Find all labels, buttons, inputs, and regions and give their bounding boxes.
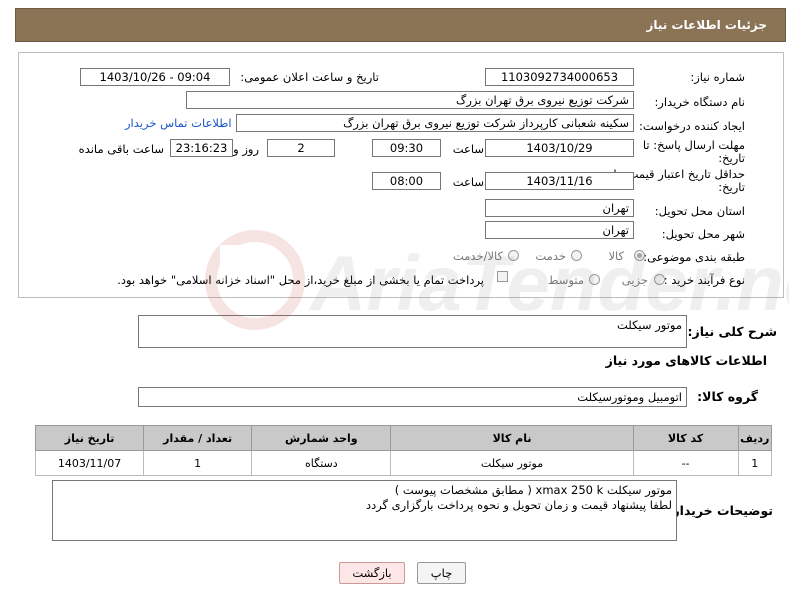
- col-code-header: کد کالا: [632, 425, 739, 451]
- table-row[interactable]: 1 -- موتور سیکلت دستگاه 1 1403/11/07: [34, 450, 773, 476]
- col-row-header: ردیف: [737, 425, 773, 451]
- buyer-notes-label: توضیحات خریدار:: [667, 503, 773, 518]
- cell-code: --: [632, 450, 739, 476]
- deadline-time-field[interactable]: 09:30: [372, 139, 441, 157]
- creator-label: ایجاد کننده درخواست:: [639, 119, 745, 133]
- validity-time-field[interactable]: 08:00: [372, 172, 441, 190]
- category-service-text: خدمت: [535, 249, 566, 263]
- validity-label-date: تاریخ:: [718, 180, 745, 194]
- process-medium-radio[interactable]: [589, 274, 600, 285]
- category-both-text: کالا/خدمت: [452, 249, 503, 263]
- announce-label: تاریخ و ساعت اعلان عمومی:: [240, 70, 379, 84]
- city-field[interactable]: تهران: [485, 221, 634, 239]
- goods-group-field[interactable]: اتومبیل وموتورسیکلت: [138, 387, 687, 407]
- goods-group-label: گروه کالا:: [697, 389, 758, 404]
- buyer-org-field[interactable]: شرکت توزیع نیروی برق تهران بزرگ: [186, 91, 634, 109]
- payment-note: پرداخت تمام یا بخشی از مبلغ خرید،از محل …: [117, 273, 484, 287]
- announce-field[interactable]: 1403/10/26 - 09:04: [80, 68, 230, 86]
- buyer-notes-line-1: موتور سیکلت xmax 250 k ( مطابق مشخصات پی…: [394, 483, 672, 497]
- category-goods-radio[interactable]: [634, 250, 645, 261]
- buyer-org-label: نام دستگاه خریدار:: [654, 95, 745, 109]
- category-both-radio[interactable]: [508, 250, 519, 261]
- province-label: استان محل تحویل:: [654, 204, 745, 218]
- remaining-label: ساعت باقی مانده: [78, 142, 164, 156]
- days-label: روز و: [233, 142, 259, 156]
- category-label: طبقه بندی موضوعی:: [643, 250, 745, 264]
- need-number-label: شماره نیاز:: [690, 70, 745, 84]
- cell-name: موتور سیکلت: [390, 450, 634, 476]
- col-unit-header: واحد شمارش: [251, 425, 392, 451]
- col-qty-header: تعداد / مقدار: [143, 425, 253, 451]
- back-button[interactable]: بازگشت: [339, 562, 405, 584]
- page-header: جزئیات اطلاعات نیاز: [15, 8, 786, 42]
- summary-label: شرح کلی نیاز:: [687, 324, 777, 339]
- page-title: جزئیات اطلاعات نیاز: [646, 18, 767, 32]
- table-header-row: ردیف کد کالا نام کالا واحد شمارش تعداد /…: [34, 425, 773, 451]
- deadline-label: مهلت ارسال پاسخ: تا: [642, 138, 745, 152]
- deadline-time-label: ساعت: [452, 142, 484, 156]
- validity-date-field[interactable]: 1403/11/16: [485, 172, 634, 190]
- remaining-time-field[interactable]: 23:16:23: [170, 139, 233, 157]
- goods-section-title: اطلاعات کالاهای مورد نیاز: [605, 353, 767, 368]
- city-label: شهر محل تحویل:: [661, 227, 745, 241]
- category-service-radio[interactable]: [571, 250, 582, 261]
- process-minor-text: جزیی: [621, 273, 648, 287]
- process-medium-text: متوسط: [547, 273, 584, 287]
- province-field[interactable]: تهران: [485, 199, 634, 217]
- buyer-notes-field[interactable]: موتور سیکلت xmax 250 k ( مطابق مشخصات پی…: [52, 480, 677, 541]
- cell-qty: 1: [143, 450, 253, 476]
- col-name-header: نام کالا: [390, 425, 634, 451]
- deadline-date-field[interactable]: 1403/10/29: [485, 139, 634, 157]
- summary-field[interactable]: موتور سیکلت: [138, 315, 687, 348]
- items-table: ردیف کد کالا نام کالا واحد شمارش تعداد /…: [34, 425, 773, 476]
- col-date-header: تاریخ نیاز: [34, 425, 145, 451]
- process-minor-radio[interactable]: [654, 274, 665, 285]
- print-button[interactable]: چاپ: [417, 562, 466, 584]
- cell-unit: دستگاه: [251, 450, 392, 476]
- treasury-checkbox[interactable]: [497, 271, 508, 282]
- need-number-field[interactable]: 1103092734000653: [485, 68, 634, 86]
- validity-time-label: ساعت: [452, 175, 484, 189]
- cell-date: 1403/11/07: [34, 450, 145, 476]
- cell-row: 1: [737, 450, 773, 476]
- category-goods-text: کالا: [608, 249, 624, 263]
- process-label: نوع فرآیند خرید :: [663, 273, 745, 287]
- creator-field[interactable]: سکینه شعبانی کارپرداز شرکت توزیع نیروی ب…: [236, 114, 634, 132]
- deadline-label-date: تاریخ:: [718, 151, 745, 165]
- buyer-notes-line-2: لطفا پیشنهاد قیمت و زمان تحویل و نحوه پر…: [365, 498, 672, 512]
- buyer-contact-link[interactable]: اطلاعات تماس خریدار: [125, 116, 232, 130]
- days-field[interactable]: 2: [267, 139, 335, 157]
